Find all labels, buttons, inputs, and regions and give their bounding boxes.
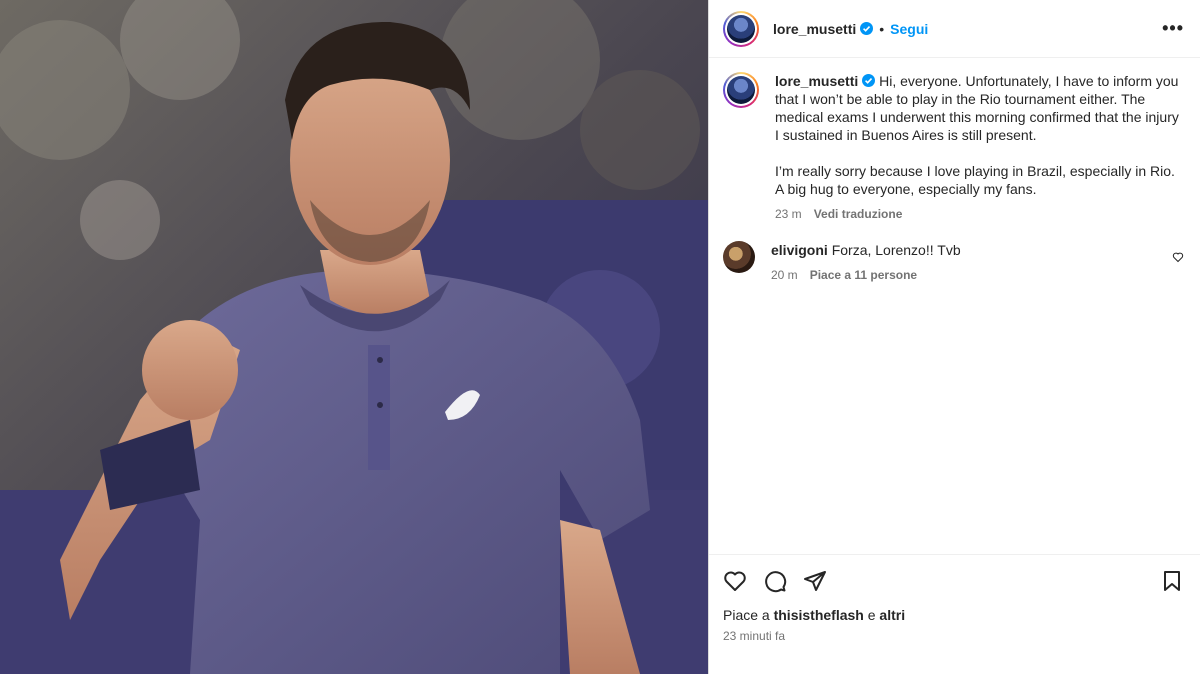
- tennis-player-image: [0, 0, 708, 674]
- comment-likes-button[interactable]: Piace a 11 persone: [810, 268, 917, 282]
- see-translation-button[interactable]: Vedi traduzione: [814, 207, 903, 221]
- caption: lore_musetti Hi, everyone. Unfortunately…: [723, 72, 1184, 221]
- follow-button[interactable]: Segui: [890, 21, 928, 37]
- like-comment-heart-icon[interactable]: [1172, 251, 1184, 263]
- post-details-panel: lore_musetti • Segui ••• lore_musetti Hi…: [708, 0, 1200, 674]
- likes-prefix: Piace a: [723, 607, 774, 623]
- separator-dot: •: [879, 20, 885, 37]
- verified-badge-icon: [862, 74, 876, 87]
- comment-bubble-icon[interactable]: [763, 569, 787, 593]
- avatar-image: [727, 76, 755, 104]
- instagram-post-modal: lore_musetti • Segui ••• lore_musetti Hi…: [0, 0, 1200, 674]
- comments-section: lore_musetti Hi, everyone. Unfortunately…: [709, 58, 1200, 554]
- liked-by-user[interactable]: thisistheflash: [774, 607, 864, 623]
- likes-summary: Piace a thisistheflash e altri: [723, 607, 1184, 623]
- comment-item: elivigoni Forza, Lorenzo!! Tvb 20 m Piac…: [723, 241, 1184, 282]
- post-photo[interactable]: [0, 0, 708, 674]
- likes-mid: e: [863, 607, 880, 623]
- liked-by-others[interactable]: altri: [879, 607, 905, 623]
- comment-text: elivigoni Forza, Lorenzo!! Tvb: [771, 241, 1172, 259]
- like-heart-icon[interactable]: [723, 569, 747, 593]
- share-paper-plane-icon[interactable]: [803, 569, 827, 593]
- caption-text: lore_musetti Hi, everyone. Unfortunately…: [775, 72, 1184, 144]
- post-timestamp: 23 minuti fa: [723, 629, 786, 643]
- caption-username[interactable]: lore_musetti: [775, 73, 858, 89]
- author-username[interactable]: lore_musetti: [773, 21, 856, 37]
- post-header: lore_musetti • Segui •••: [709, 0, 1200, 58]
- caption-avatar[interactable]: [723, 72, 759, 108]
- avatar-image: [727, 14, 755, 43]
- commenter-avatar[interactable]: [723, 241, 755, 273]
- caption-time: 23 m: [775, 207, 802, 221]
- author-avatar[interactable]: [723, 10, 759, 47]
- comment-body: Forza, Lorenzo!! Tvb: [831, 242, 961, 258]
- comment-time: 20 m: [771, 268, 798, 282]
- post-actions: Piace a thisistheflash e altri 23 minuti…: [709, 554, 1200, 674]
- verified-badge-icon: [860, 22, 874, 35]
- more-options-icon[interactable]: •••: [1162, 18, 1184, 39]
- save-bookmark-icon[interactable]: [1160, 569, 1184, 593]
- caption-paragraph-2: I’m really sorry because I love playing …: [775, 163, 1175, 197]
- commenter-username[interactable]: elivigoni: [771, 242, 828, 258]
